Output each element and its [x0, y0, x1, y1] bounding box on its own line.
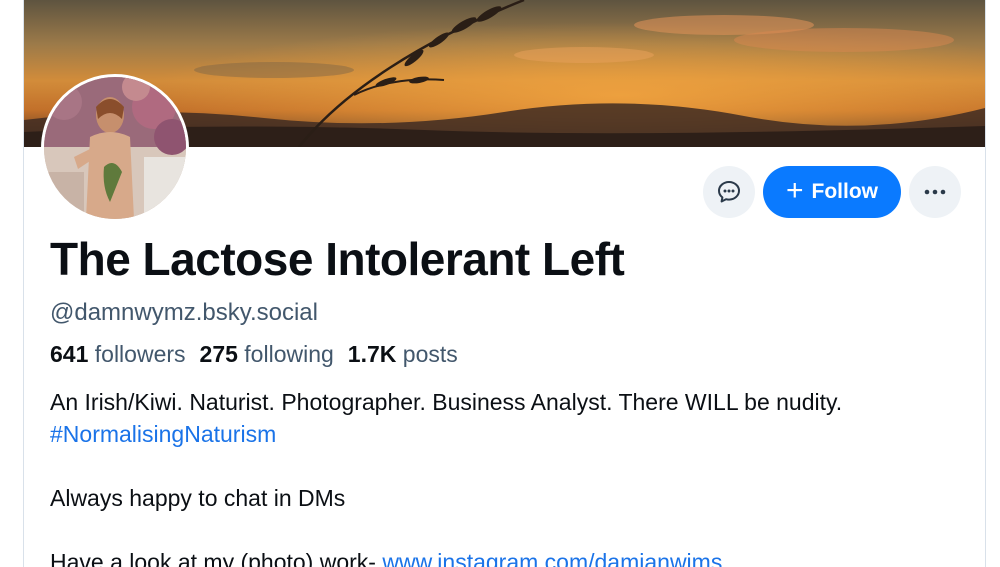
profile-page: + Follow The Lactose Intolerant Left @da…: [0, 0, 1000, 567]
profile-handle: @damnwymz.bsky.social: [50, 299, 318, 326]
more-options-button[interactable]: [909, 166, 961, 218]
posts-stat: 1.7K posts: [348, 341, 458, 368]
plus-icon: +: [785, 173, 804, 207]
followers-stat[interactable]: 641 followers: [50, 341, 186, 368]
bio-line: Always happy to chat in DMs: [50, 485, 346, 511]
follow-button[interactable]: + Follow: [763, 166, 901, 218]
bio-line-prefix: Have a look at my (photo) work-: [50, 549, 383, 567]
hashtag-link[interactable]: #NormalisingNaturism: [50, 421, 276, 447]
bio-line: An Irish/Kiwi. Naturist. Photographer. B…: [50, 389, 843, 415]
display-name: The Lactose Intolerant Left: [50, 233, 625, 285]
posts-label: posts: [402, 341, 458, 367]
following-stat[interactable]: 275 following: [200, 341, 334, 368]
right-border: [985, 0, 986, 567]
profile-actions: + Follow: [703, 166, 961, 218]
followers-count: 641: [50, 341, 89, 367]
message-button[interactable]: [703, 166, 755, 218]
profile-bio: An Irish/Kiwi. Naturist. Photographer. B…: [50, 386, 970, 567]
following-count: 275: [199, 341, 238, 367]
avatar[interactable]: [41, 74, 189, 222]
instagram-link[interactable]: www.instagram.com/damianwims: [382, 549, 722, 567]
avatar-image: [44, 77, 186, 219]
followers-label: followers: [94, 341, 186, 367]
follow-label: Follow: [811, 180, 879, 203]
ellipsis-icon: [924, 189, 946, 195]
posts-count: 1.7K: [347, 341, 397, 367]
chat-bubble-icon: [718, 181, 740, 203]
following-label: following: [244, 341, 334, 367]
profile-stats: 641 followers 275 following 1.7K posts: [50, 341, 458, 368]
